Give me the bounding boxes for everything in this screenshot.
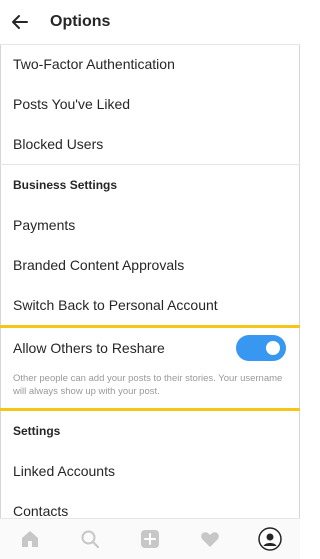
option-payments[interactable]: Payments: [0, 205, 300, 245]
reshare-help-text: Other people can add your posts to their…: [13, 373, 283, 397]
tab-home[interactable]: [15, 524, 45, 554]
top-bar: Options: [0, 0, 300, 45]
settings-header: Settings: [13, 424, 61, 438]
option-branded-content[interactable]: Branded Content Approvals: [0, 245, 300, 285]
toggle-knob: [266, 341, 280, 355]
search-icon: [81, 530, 100, 549]
option-linked-accounts[interactable]: Linked Accounts: [0, 451, 300, 491]
tab-activity[interactable]: [195, 524, 225, 554]
bottom-tab-bar: [0, 518, 300, 559]
heart-icon: [201, 532, 219, 547]
reshare-toggle[interactable]: [236, 335, 286, 361]
tab-add[interactable]: [135, 524, 165, 554]
business-settings-header: Business Settings: [13, 178, 118, 192]
tab-profile[interactable]: [255, 524, 285, 554]
back-button[interactable]: [10, 12, 30, 32]
tab-search[interactable]: [75, 524, 105, 554]
profile-avatar-icon: [258, 527, 282, 551]
reshare-row: Allow Others to Reshare: [0, 328, 300, 368]
add-post-icon: [141, 530, 159, 548]
option-posts-liked[interactable]: Posts You've Liked: [0, 84, 300, 124]
home-icon: [22, 531, 38, 547]
option-two-factor[interactable]: Two-Factor Authentication: [0, 44, 300, 84]
option-switch-personal[interactable]: Switch Back to Personal Account: [0, 285, 300, 325]
back-arrow-icon: [12, 15, 28, 29]
page-title: Options: [50, 13, 111, 30]
options-list: Two-Factor Authentication Posts You've L…: [0, 44, 300, 531]
option-blocked-users[interactable]: Blocked Users: [0, 124, 300, 164]
reshare-label: Allow Others to Reshare: [13, 340, 165, 356]
